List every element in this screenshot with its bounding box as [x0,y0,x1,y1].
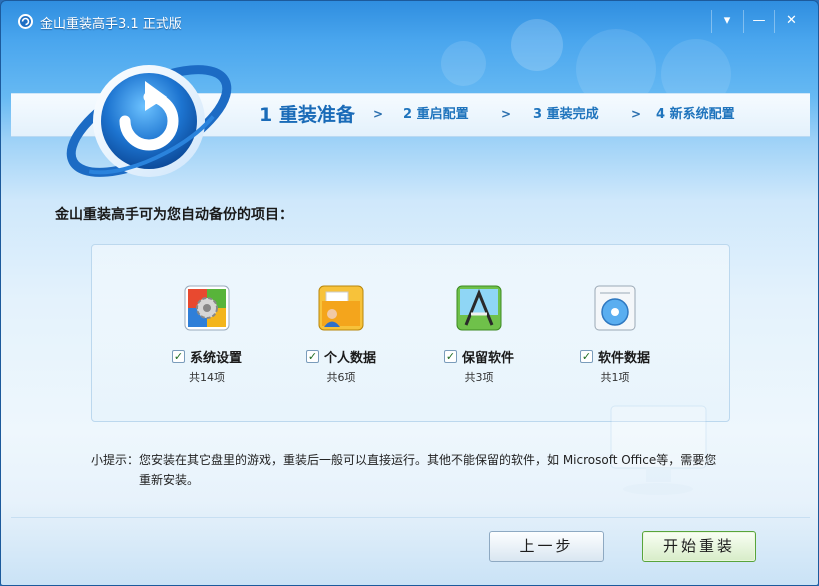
step-1: 1 重装准备 [259,104,355,126]
step-3: 3 重装完成 [533,107,599,122]
previous-step-button[interactable]: 上一步 [489,531,604,562]
close-button[interactable]: ✕ [774,10,808,33]
item-label: 个人数据 [323,350,376,366]
tip-line-1: 小提示：您安装在其它盘里的游戏，重装后一般可以直接运行。其他不能保留的软件，如 … [91,453,717,467]
start-reinstall-button[interactable]: 开始重装 [642,531,756,562]
title-bar: 金山重装高手3.1 正式版 ▾ — ✕ [1,1,818,43]
step-separator: > [373,107,384,121]
backup-items-panel: ✓ 系统设置 共14项 ✓ 个人数据 共6项 ✓ 保留软件 共3项 ✓ 软件数据… [91,244,730,422]
system-settings-checkbox[interactable]: ✓ [171,349,185,363]
background-bubble [441,41,486,86]
backup-prompt: 金山重装高手可为您自动备份的项目： [55,207,293,223]
step-4: 4 新系统配置 [656,107,735,122]
item-count: 共3项 [464,371,494,384]
software-data-checkbox[interactable]: ✓ [579,349,593,363]
step-separator: > [631,107,642,121]
menu-button[interactable]: ▾ [711,10,742,33]
personal-data-icon [318,285,364,331]
backup-item-keep-software: ✓ 保留软件 共3项 [424,285,534,385]
personal-data-checkbox[interactable]: ✓ [305,349,319,363]
item-label: 保留软件 [461,350,514,366]
tip-line-2: 重新安装。 [139,473,200,487]
keep-software-checkbox[interactable]: ✓ [443,349,457,363]
item-count: 共6项 [326,371,356,384]
minimize-button[interactable]: — [743,10,774,33]
item-count: 共1项 [600,371,630,384]
tip-text: 小提示：您安装在其它盘里的游戏，重装后一般可以直接运行。其他不能保留的软件，如 … [91,450,731,490]
step-separator: > [501,107,512,121]
item-count: 共14项 [189,371,225,384]
window-title: 金山重装高手3.1 正式版 [40,17,182,32]
installer-window: 金山重装高手3.1 正式版 ▾ — ✕ 1 重装准备 > 2 重启配置 > 3 … [0,0,819,586]
backup-item-software-data: ✓ 软件数据 共1项 [560,285,670,385]
software-icon [456,285,502,331]
product-logo-icon [66,65,232,177]
system-settings-icon [184,285,230,331]
item-label: 系统设置 [189,350,242,366]
backup-item-personal-data: ✓ 个人数据 共6项 [286,285,396,385]
backup-item-system-settings: ✓ 系统设置 共14项 [152,285,262,385]
software-data-icon [594,285,636,331]
item-label: 软件数据 [597,350,650,366]
app-logo-icon [18,14,33,29]
step-2: 2 重启配置 [403,107,469,122]
